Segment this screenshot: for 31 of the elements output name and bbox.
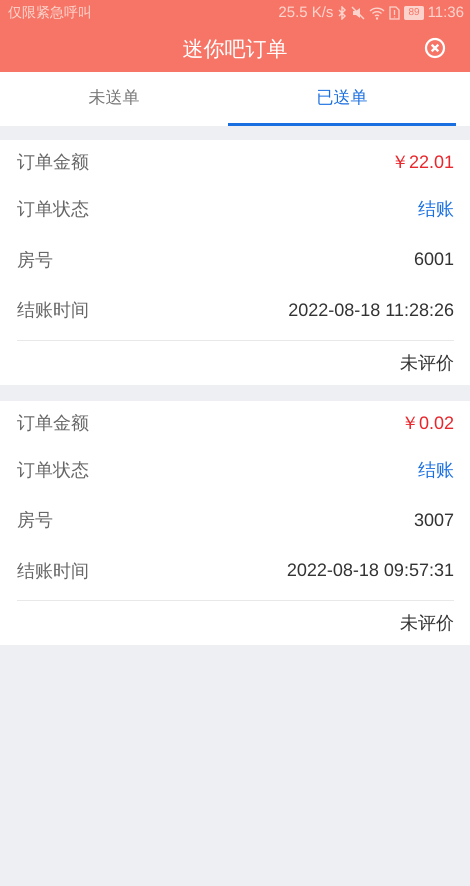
order-status: 结账 — [418, 198, 454, 222]
rating-status: 未评价 — [400, 352, 454, 374]
field-label: 订单状态 — [17, 458, 89, 482]
order-amount: ￥22.01 — [390, 151, 454, 174]
close-button[interactable] — [422, 35, 448, 61]
close-icon — [424, 37, 446, 59]
order-status: 结账 — [418, 458, 454, 482]
order-amount: ￥0.02 — [400, 412, 454, 434]
tab[interactable]: 未送单 — [0, 72, 228, 126]
field-label: 房号 — [17, 248, 53, 272]
field-label: 结账时间 — [17, 560, 89, 583]
field-label: 订单金额 — [17, 151, 89, 174]
bluetooth-icon — [337, 6, 348, 20]
field-label: 房号 — [17, 509, 53, 532]
sim-alert-icon — [389, 6, 400, 20]
field-label: 订单状态 — [17, 198, 89, 222]
mute-icon — [351, 6, 366, 20]
tab[interactable]: 已送单 — [228, 72, 456, 126]
field-label: 结账时间 — [17, 299, 89, 322]
field-value: 3007 — [414, 510, 454, 531]
field-label: 订单金额 — [17, 412, 89, 434]
rating-status: 未评价 — [400, 612, 454, 635]
network-speed: 25.5 K/s — [278, 4, 334, 21]
field-value: 2022-08-18 09:57:31 — [286, 560, 454, 582]
field-value: 2022-08-18 11:28:26 — [288, 300, 454, 321]
battery-level: 89 — [404, 6, 424, 20]
wifi-icon — [369, 6, 386, 20]
carrier-text: 仅限紧急呼叫 — [8, 4, 92, 22]
page-title: 迷你吧订单 — [182, 36, 288, 62]
clock-time: 11:36 — [428, 4, 464, 21]
field-value: 6001 — [414, 249, 454, 270]
